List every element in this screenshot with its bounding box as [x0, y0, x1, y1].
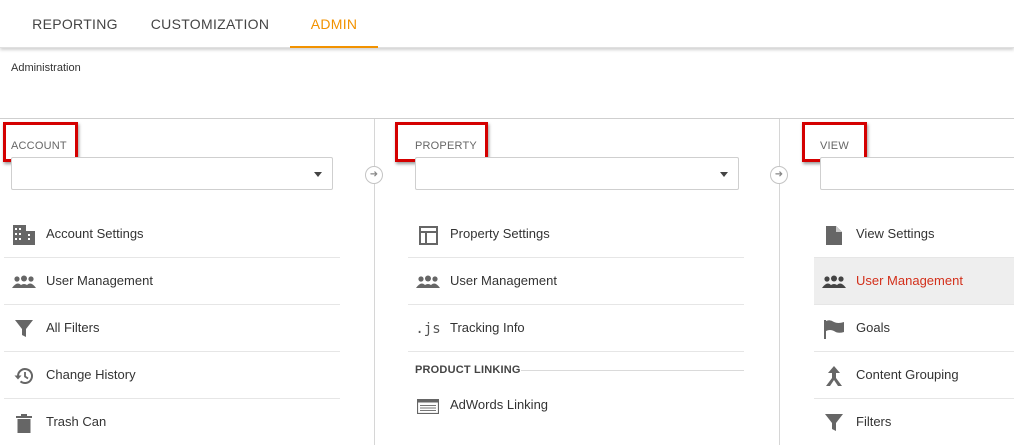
view-menu: View Settings User Management Goals Cont…: [814, 211, 1014, 445]
property-menu: Property Settings User Management .js Tr…: [408, 211, 744, 429]
filter-icon: [12, 317, 36, 341]
item-label: Trash Can: [46, 414, 107, 429]
item-label: Change History: [46, 367, 136, 382]
item-label: Account Settings: [46, 226, 144, 241]
users-icon: [822, 270, 846, 294]
breadcrumb: Administration: [11, 62, 81, 74]
property-header: PROPERTY: [415, 140, 477, 152]
item-label: Filters: [856, 414, 892, 429]
top-nav: REPORTING CUSTOMIZATION ADMIN: [0, 0, 1014, 48]
filter-icon: [822, 411, 846, 435]
history-icon: [12, 364, 36, 388]
property-user-management-link[interactable]: User Management: [408, 258, 744, 305]
grouping-icon: [822, 364, 846, 388]
property-select[interactable]: [415, 157, 739, 190]
item-label: User Management: [856, 273, 963, 288]
item-label: AdWords Linking: [450, 397, 549, 412]
account-settings-link[interactable]: Account Settings: [4, 211, 340, 258]
goals-link[interactable]: Goals: [814, 305, 1014, 352]
users-icon: [12, 270, 36, 294]
account-user-management-link[interactable]: User Management: [4, 258, 340, 305]
trash-can-link[interactable]: Trash Can: [4, 399, 340, 445]
js-icon: .js: [415, 321, 441, 337]
item-label: View Settings: [856, 226, 935, 241]
tracking-info-link[interactable]: .js Tracking Info: [408, 305, 744, 352]
building-icon: [12, 223, 36, 247]
chevron-down-icon: [720, 172, 728, 177]
item-label: Tracking Info: [450, 320, 525, 335]
content-grouping-link[interactable]: Content Grouping: [814, 352, 1014, 399]
item-label: User Management: [46, 273, 153, 288]
document-icon: [822, 223, 846, 247]
tab-reporting[interactable]: REPORTING: [0, 0, 150, 48]
view-column: VIEW View Settings User Management Goals: [780, 119, 1014, 445]
view-user-management-link[interactable]: User Management: [814, 258, 1014, 305]
product-linking-section: PRODUCT LINKING: [408, 352, 744, 382]
users-icon: [416, 270, 440, 294]
account-menu: Account Settings User Management All Fil…: [4, 211, 340, 445]
chevron-down-icon: [314, 172, 322, 177]
account-column: ACCOUNT Account Settings User Management…: [0, 119, 374, 445]
property-icon: [416, 223, 440, 247]
view-filters-link[interactable]: Filters: [814, 399, 1014, 445]
tab-customization[interactable]: CUSTOMIZATION: [150, 0, 270, 48]
item-label: Property Settings: [450, 226, 550, 241]
flag-icon: [822, 317, 846, 341]
account-header: ACCOUNT: [11, 140, 67, 152]
item-label: All Filters: [46, 320, 100, 335]
account-select[interactable]: [11, 157, 333, 190]
view-header: VIEW: [820, 140, 849, 152]
property-settings-link[interactable]: Property Settings: [408, 211, 744, 258]
section-rule: [521, 370, 744, 371]
section-label: PRODUCT LINKING: [415, 364, 521, 376]
trash-icon: [12, 411, 36, 435]
tab-admin[interactable]: ADMIN: [290, 0, 378, 48]
view-settings-link[interactable]: View Settings: [814, 211, 1014, 258]
item-label: User Management: [450, 273, 557, 288]
adwords-linking-link[interactable]: AdWords Linking: [408, 382, 744, 429]
adwords-icon: [416, 394, 440, 418]
item-label: Content Grouping: [856, 367, 959, 382]
all-filters-link[interactable]: All Filters: [4, 305, 340, 352]
property-column: PROPERTY Property Settings User Manageme…: [375, 119, 779, 445]
change-history-link[interactable]: Change History: [4, 352, 340, 399]
item-label: Goals: [856, 320, 890, 335]
view-select[interactable]: [820, 157, 1014, 190]
